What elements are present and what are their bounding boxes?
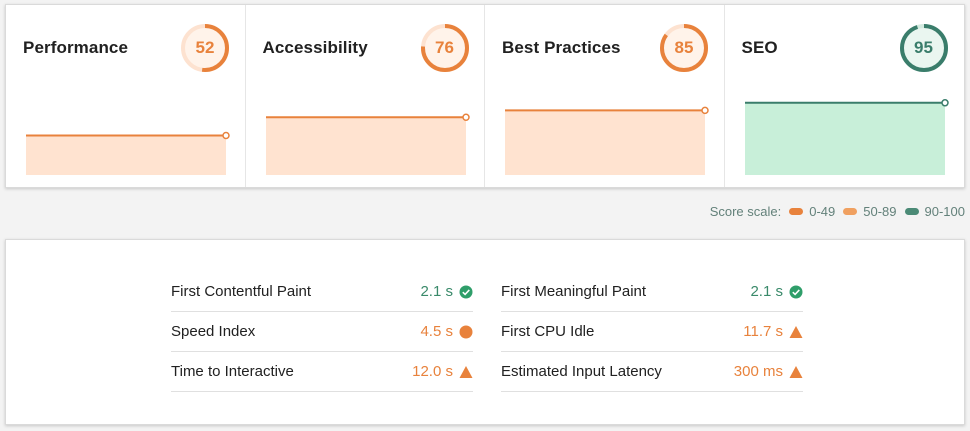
score-history-chart xyxy=(505,106,709,175)
score-scale-average: 50-89 xyxy=(843,204,897,219)
metric-row: First Meaningful Paint 2.1 s xyxy=(501,272,803,312)
history-point xyxy=(222,131,230,140)
circle-icon xyxy=(459,325,473,338)
score-history-chart xyxy=(744,99,949,175)
metric-label: First Contentful Paint xyxy=(171,283,312,300)
metric-value: 4.5 s xyxy=(420,323,453,340)
icon-shape xyxy=(459,325,473,338)
metric-value: 11.7 s xyxy=(743,323,783,340)
score-value: 85 xyxy=(674,38,694,57)
score-value: 95 xyxy=(914,38,933,57)
category-title: SEO xyxy=(741,38,778,57)
metric-row: First Contentful Paint 2.1 s xyxy=(171,272,473,312)
icon-shape xyxy=(789,285,803,298)
check-circle-icon xyxy=(459,285,473,298)
category-card-best-practices[interactable]: Best Practices 85 xyxy=(485,5,725,187)
score-scale-pass: 90-100 xyxy=(904,204,965,219)
category-title: Accessibility xyxy=(262,38,368,57)
metric-value: 2.1 s xyxy=(750,283,783,300)
score-scale-fail: 0-49 xyxy=(789,204,835,219)
score-scale-range-label: 50-89 xyxy=(863,204,897,219)
score-scale-label: Score scale: xyxy=(709,204,782,219)
score-scale-legend: Score scale: 0-49 50-89 90-100 xyxy=(710,204,965,219)
history-area xyxy=(265,117,466,175)
metric-value: 300 ms xyxy=(733,363,783,380)
score-value: 52 xyxy=(195,38,215,57)
metric-value: 2.1 s xyxy=(420,283,453,300)
metric-row: First CPU Idle 11.7 s xyxy=(501,312,803,352)
metric-value: 12.0 s xyxy=(412,363,453,380)
history-area xyxy=(744,102,945,175)
metric-label: First CPU Idle xyxy=(501,323,595,340)
score-history-chart xyxy=(26,131,230,175)
history-area xyxy=(26,135,226,175)
metric-label: Estimated Input Latency xyxy=(501,363,662,380)
triangle-warning-icon xyxy=(459,365,473,378)
category-title: Best Practices xyxy=(502,38,621,57)
category-card-seo[interactable]: SEO 95 xyxy=(725,5,965,187)
score-value: 76 xyxy=(435,38,454,57)
icon-shape xyxy=(789,365,803,378)
metric-label: Time to Interactive xyxy=(171,363,294,380)
category-cards: Performance 52 Accessibility 76 Best Pra… xyxy=(5,4,965,188)
category-title: Performance xyxy=(23,38,129,57)
metric-label: Speed Index xyxy=(171,323,256,340)
check-circle-icon xyxy=(789,285,803,298)
score-scale-range-label: 0-49 xyxy=(809,204,836,219)
history-point xyxy=(461,113,470,121)
pill-icon xyxy=(789,208,804,215)
history-point xyxy=(940,99,949,107)
metric-label: First Meaningful Paint xyxy=(501,283,647,300)
icon-shape xyxy=(459,365,473,378)
score-scale-range-label: 90-100 xyxy=(924,204,965,219)
score-history-chart xyxy=(265,113,470,175)
icon-shape xyxy=(789,325,803,338)
category-card-accessibility[interactable]: Accessibility 76 xyxy=(246,5,485,187)
metric-row: Time to Interactive 12.0 s xyxy=(171,352,473,392)
category-card-performance[interactable]: Performance 52 xyxy=(6,5,246,187)
icon-shape xyxy=(459,285,473,298)
metrics-panel: First Contentful Paint 2.1 s First Meani… xyxy=(5,239,965,425)
triangle-warning-icon xyxy=(789,365,803,378)
history-area xyxy=(505,110,705,175)
history-point xyxy=(701,106,709,115)
metric-row: Estimated Input Latency 300 ms xyxy=(501,352,803,392)
triangle-warning-icon xyxy=(789,325,803,338)
metric-row: Speed Index 4.5 s xyxy=(171,312,473,352)
pill-icon xyxy=(904,208,919,215)
pill-icon xyxy=(843,208,858,215)
